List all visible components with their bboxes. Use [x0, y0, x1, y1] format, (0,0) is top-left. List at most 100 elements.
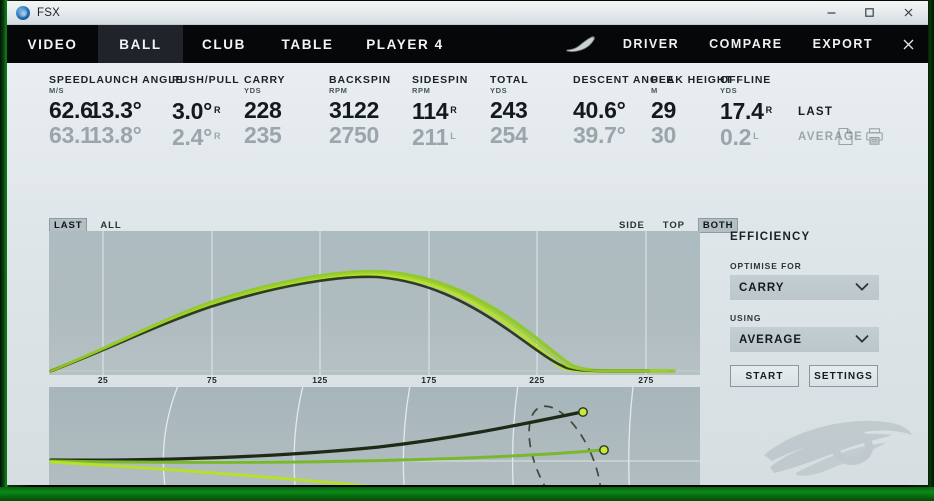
metric-last-value: 29 [651, 97, 676, 123]
metric-speed: SPEED M/S 62.6 63.1 [7, 74, 93, 148]
nav-export[interactable]: EXPORT [798, 25, 888, 63]
side-view-trajectory-chart[interactable] [49, 231, 700, 375]
close-button[interactable] [888, 1, 928, 24]
x-tick: 225 [529, 375, 545, 385]
metric-label: BACKSPIN [329, 74, 392, 86]
metric-unit [573, 86, 651, 96]
tab-table[interactable]: TABLE [265, 25, 350, 63]
metric-last-value: 62.6 [49, 97, 93, 123]
metric-label: SIDESPIN [412, 74, 469, 86]
start-button[interactable]: START [730, 365, 799, 387]
metric-avg-value: 39.7° [573, 122, 626, 148]
metric-unit: M [651, 86, 658, 95]
optimise-for-select[interactable]: CARRY [730, 275, 879, 300]
metric-direction: R [213, 131, 221, 141]
metric-backspin: BACKSPIN RPM 3122 2750 [329, 74, 412, 148]
using-label: USING [730, 313, 762, 323]
x-tick: 125 [312, 375, 328, 385]
optimise-for-label: OPTIMISE FOR [730, 261, 802, 271]
metric-unit: YDS [244, 86, 262, 95]
chevron-down-icon [855, 282, 869, 291]
top-view-plot [49, 387, 700, 485]
metric-avg-value: 211 L [412, 124, 456, 150]
metric-push-pull: PUSH/PULL 3.0° R 2.4° R [172, 74, 244, 150]
x-tick: 25 [97, 375, 109, 385]
metric-launch-angle: LAUNCH ANGLE 13.3° 13.8° [89, 74, 183, 148]
window-title-bar: FSX [7, 1, 928, 25]
tab-video[interactable]: VIDEO [7, 25, 98, 63]
metric-avg-value: 0.2 L [720, 124, 759, 150]
x-tick: 75 [206, 375, 218, 385]
metric-offline: OFFLINE YDS 17.4 R 0.2 L [720, 74, 798, 150]
metric-last-value: 3.0° R [172, 98, 221, 124]
panel-actions [837, 127, 884, 146]
document-icon[interactable] [837, 127, 854, 146]
metric-unit: RPM [412, 86, 431, 95]
metric-unit: RPM [329, 86, 348, 95]
tab-club[interactable]: CLUB [183, 25, 265, 63]
monitor-bezel: FSX VIDEO BALL CLUB TABLE PLAYER 4 DRIVE… [0, 0, 934, 501]
x-tick: 275 [638, 375, 654, 385]
tab-ball[interactable]: BALL [98, 25, 183, 63]
metric-last-value: 17.4 R [720, 98, 773, 124]
metric-unit: YDS [490, 86, 508, 95]
metric-label: TOTAL [490, 74, 529, 86]
window-title: FSX [37, 6, 60, 19]
metric-unit: M/S [49, 86, 65, 95]
golf-driver-icon[interactable] [564, 25, 608, 63]
metric-avg-value: 2.4° R [172, 124, 221, 150]
main-navigation-bar: VIDEO BALL CLUB TABLE PLAYER 4 DRIVER CO… [7, 25, 928, 63]
metric-unit [89, 86, 172, 96]
fsx-globe-icon [16, 5, 30, 20]
legend-last: LAST [798, 106, 834, 118]
x-tick: 175 [421, 375, 437, 385]
bezel-right-edge [927, 0, 934, 501]
fsx-application-window: FSX VIDEO BALL CLUB TABLE PLAYER 4 DRIVE… [7, 1, 928, 485]
efficiency-panel: EFFICIENCY OPTIMISE FOR CARRY USING AVER… [730, 231, 895, 387]
settings-button[interactable]: SETTINGS [809, 365, 878, 387]
metric-avg-value: 235 [244, 122, 282, 148]
metric-label: SPEED [49, 74, 90, 86]
metric-last-value: 40.6° [573, 97, 626, 123]
close-icon[interactable] [888, 25, 928, 63]
main-content-area: SPEED M/S 62.6 63.1 LAUNCH ANGLE 13.3° 1… [7, 63, 928, 485]
metric-label: CARRY [244, 74, 286, 86]
metric-unit [172, 86, 244, 96]
metric-label: PUSH/PULL [172, 74, 240, 86]
metric-last-value: 243 [490, 97, 528, 123]
using-value: AVERAGE [739, 333, 803, 346]
bezel-bottom-edge [0, 487, 934, 501]
metric-avg-value: 2750 [329, 122, 379, 148]
metric-last-value: 13.3° [89, 97, 142, 123]
tab-player-4[interactable]: PLAYER 4 [350, 25, 460, 63]
using-select[interactable]: AVERAGE [730, 327, 879, 352]
metric-label: OFFLINE [720, 74, 772, 86]
metric-avg-value: 13.8° [89, 122, 142, 148]
maximize-button[interactable] [850, 1, 888, 24]
metric-avg-value: 254 [490, 122, 528, 148]
metric-avg-value: 30 [651, 122, 676, 148]
metric-last-value: 114 R [412, 98, 457, 124]
metric-label: PEAK HEIGHT [651, 74, 733, 86]
metric-last-value: 3122 [329, 97, 379, 123]
shot-endpoint-marker [599, 445, 609, 455]
metric-unit: YDS [720, 86, 738, 95]
metric-avg-value: 63.1 [49, 122, 93, 148]
nav-driver[interactable]: DRIVER [608, 25, 694, 63]
flightscope-eye-logo [764, 420, 912, 476]
top-view-dispersion-chart[interactable] [49, 387, 700, 485]
efficiency-buttons: START SETTINGS [730, 365, 895, 387]
metric-carry: CARRY YDS 228 235 [244, 74, 329, 148]
chevron-down-icon [855, 334, 869, 343]
optimise-for-value: CARRY [739, 281, 785, 294]
nav-compare[interactable]: COMPARE [694, 25, 797, 63]
metric-direction: R [450, 105, 457, 115]
printer-icon[interactable] [865, 127, 884, 146]
minimize-button[interactable] [812, 1, 850, 24]
metric-direction: R [213, 105, 221, 115]
shot-endpoint-marker [578, 407, 588, 417]
metric-direction: L [753, 131, 759, 141]
metric-sidespin: SIDESPIN RPM 114 R 211 L [412, 74, 490, 150]
metric-peak-height: PEAK HEIGHT M 29 30 [651, 74, 733, 148]
